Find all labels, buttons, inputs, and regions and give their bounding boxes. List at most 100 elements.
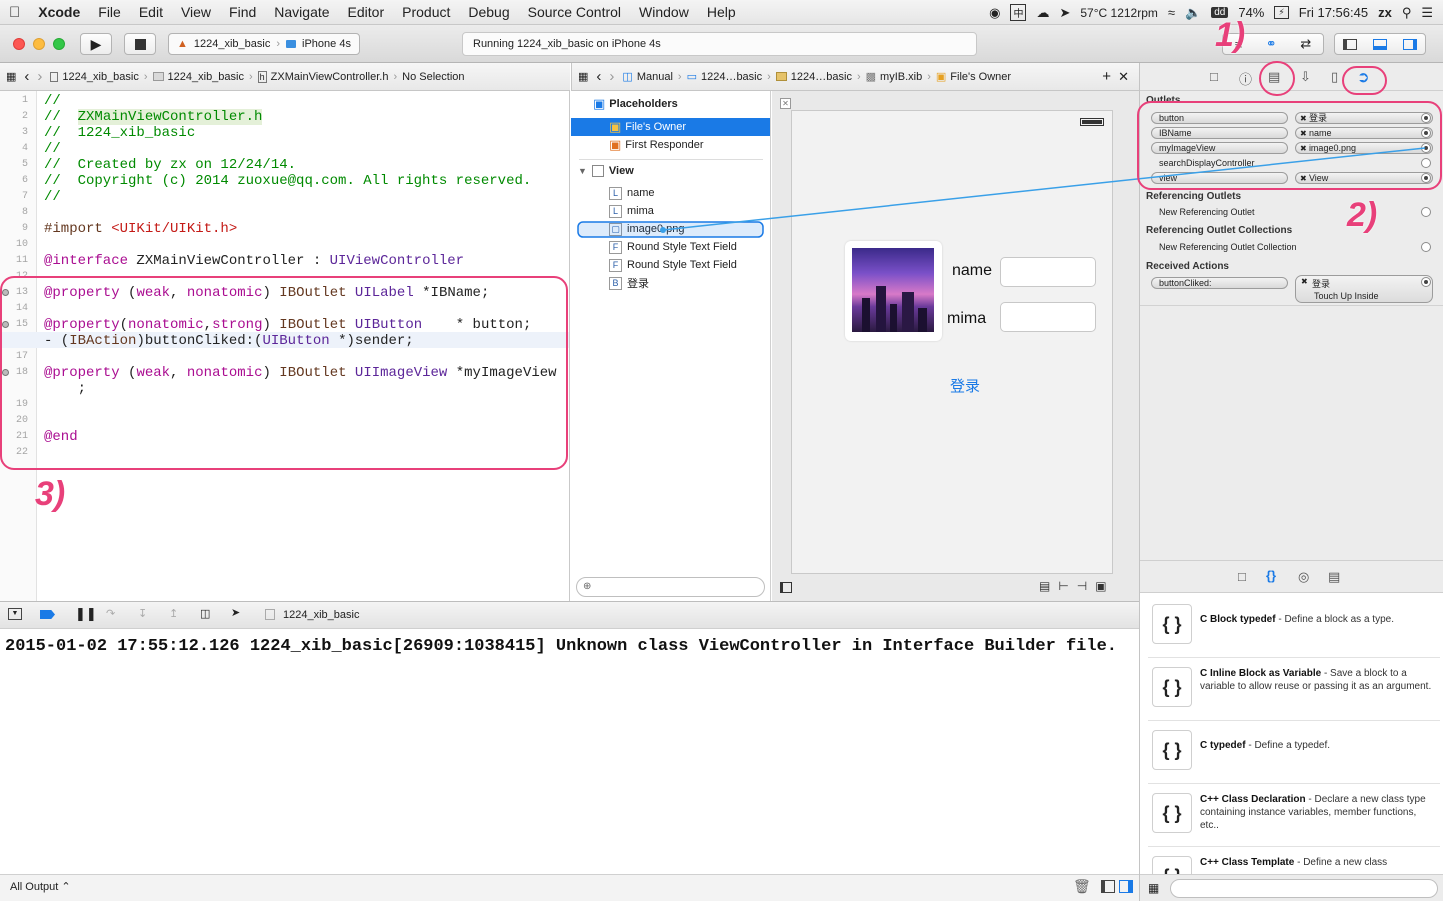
name-text-field[interactable]: [1000, 257, 1096, 287]
menu-help[interactable]: Help: [698, 4, 745, 20]
step-out-icon[interactable]: ↥: [169, 607, 178, 620]
library-filter-field[interactable]: [1170, 879, 1438, 898]
back-button[interactable]: ‹: [592, 68, 605, 85]
jump-group[interactable]: 1224_xib_basic: [149, 71, 248, 83]
snippet-item[interactable]: { } C++ Class Declaration - Declare a new…: [1148, 787, 1440, 847]
align-icon[interactable]: ⊢: [1058, 579, 1076, 593]
outline-files-owner[interactable]: ▣ File's Owner: [571, 118, 770, 136]
menu-editor[interactable]: Editor: [339, 4, 394, 20]
close-scene-icon[interactable]: ✕: [780, 98, 791, 109]
zoom-window-button[interactable]: [53, 38, 65, 50]
media-library-icon[interactable]: ▤: [1328, 569, 1340, 585]
volume-icon[interactable]: 🔈: [1185, 5, 1201, 21]
menu-navigate[interactable]: Navigate: [265, 4, 338, 20]
file-template-library-icon[interactable]: □: [1238, 569, 1246, 584]
location-icon[interactable]: ➤: [231, 606, 240, 619]
login-button[interactable]: 登录: [950, 375, 980, 396]
menu-window[interactable]: Window: [630, 4, 698, 20]
line-number[interactable]: 9: [0, 223, 28, 234]
line-number[interactable]: 8: [0, 207, 28, 218]
temperature-readout[interactable]: 57°C 1212rpm: [1080, 6, 1158, 20]
file-inspector-icon[interactable]: □: [1210, 69, 1218, 84]
outline-item[interactable]: ▢ image0.png: [571, 220, 770, 238]
related-items-icon[interactable]: ▦: [572, 70, 592, 83]
outline-item[interactable]: Lmima: [571, 202, 770, 220]
menu-debug[interactable]: Debug: [459, 4, 518, 20]
grid-view-icon[interactable]: ▦: [1148, 881, 1159, 895]
minimize-window-button[interactable]: [33, 38, 45, 50]
hand-icon[interactable]: ➤: [1059, 5, 1070, 21]
outline-view[interactable]: ▼ View: [571, 162, 770, 180]
jump-group[interactable]: 1224…basic: [772, 71, 856, 83]
breakpoints-toggle-icon[interactable]: [40, 610, 55, 619]
line-number[interactable]: 5: [0, 159, 28, 170]
clock[interactable]: Fri 17:56:45: [1299, 5, 1368, 20]
snippet-item[interactable]: { } C typedef - Define a typedef.: [1148, 724, 1440, 784]
name-label[interactable]: name: [952, 262, 992, 280]
debug-target-label[interactable]: 1224_xib_basic: [283, 609, 359, 621]
jump-project[interactable]: ▭ 1224…basic: [683, 70, 767, 84]
cloud-icon[interactable]: ☁: [1036, 5, 1049, 21]
forward-button[interactable]: ›: [605, 68, 618, 85]
jump-file[interactable]: ▩ myIB.xib: [862, 70, 927, 84]
version-editor-icon[interactable]: ⇄: [1300, 36, 1311, 52]
mima-label[interactable]: mima: [947, 310, 986, 328]
user-name[interactable]: zx: [1378, 5, 1392, 20]
back-button[interactable]: ‹: [20, 68, 33, 85]
view-debugging-icon[interactable]: ◫: [200, 607, 210, 620]
console-view-toggle-icon[interactable]: [1119, 880, 1133, 893]
outline-item[interactable]: F Round Style Text Field: [571, 256, 770, 274]
outline-filter-field[interactable]: ⊕: [576, 577, 765, 597]
pause-icon[interactable]: ❚❚: [75, 606, 97, 622]
new-referencing-outlet-circle[interactable]: [1421, 207, 1431, 217]
outline-item[interactable]: B 登录: [571, 274, 770, 292]
snippet-item[interactable]: { } C Inline Block as Variable - Save a b…: [1148, 661, 1440, 721]
line-number[interactable]: 1: [0, 95, 28, 106]
notification-list-icon[interactable]: ☰: [1421, 5, 1433, 21]
battery-icon[interactable]: ⚡: [1274, 6, 1289, 19]
trash-icon[interactable]: 🗑: [1073, 878, 1091, 895]
jump-file[interactable]: h ZXMainViewController.h: [254, 70, 393, 83]
action-pill[interactable]: buttonCliked:: [1151, 277, 1288, 289]
line-number[interactable]: 7: [0, 191, 28, 202]
menu-source-control[interactable]: Source Control: [519, 4, 630, 20]
menu-app-name[interactable]: Xcode: [29, 4, 89, 20]
attributes-inspector-icon[interactable]: ⇩: [1300, 69, 1311, 85]
menu-edit[interactable]: Edit: [130, 4, 172, 20]
hide-debug-area-icon[interactable]: ▼: [8, 608, 22, 620]
close-window-button[interactable]: [13, 38, 25, 50]
iphone-view[interactable]: name mima 登录: [791, 110, 1113, 574]
mima-text-field[interactable]: [1000, 302, 1096, 332]
run-button[interactable]: ▶: [80, 33, 112, 55]
output-filter-popup[interactable]: All Output ⌃: [10, 880, 71, 893]
remove-connection-icon[interactable]: ✖: [1301, 277, 1308, 286]
outline-first-responder[interactable]: ▣ First Responder: [571, 136, 770, 154]
line-number[interactable]: 6: [0, 175, 28, 186]
input-method-icon[interactable]: 中: [1010, 4, 1027, 21]
snippet-item[interactable]: { } C Block typedef - Define a block as a…: [1148, 598, 1440, 658]
quick-help-icon[interactable]: ⓘ: [1239, 69, 1252, 88]
action-connected-circle[interactable]: [1421, 277, 1431, 287]
outline-item[interactable]: F Round Style Text Field: [571, 238, 770, 256]
menu-product[interactable]: Product: [393, 4, 459, 20]
jump-mode[interactable]: ◫ Manual: [618, 70, 676, 84]
apple-icon[interactable]: : [0, 4, 29, 21]
scheme-selector[interactable]: ▲ 1224_xib_basic › iPhone 4s: [168, 33, 360, 55]
line-number[interactable]: 4: [0, 143, 28, 154]
code-snippet-library-icon[interactable]: {}: [1266, 568, 1276, 583]
jump-selection[interactable]: No Selection: [398, 71, 468, 83]
menu-view[interactable]: View: [172, 4, 220, 20]
image-view[interactable]: [845, 241, 942, 341]
stop-button[interactable]: [124, 33, 156, 55]
step-over-icon[interactable]: ↷: [106, 607, 115, 620]
status-ghost-icon[interactable]: ◉: [989, 5, 1000, 21]
forward-button[interactable]: ›: [33, 68, 46, 85]
menu-find[interactable]: Find: [220, 4, 265, 20]
disclosure-triangle-icon[interactable]: ▼: [578, 166, 587, 176]
close-assistant-icon[interactable]: ✕: [1114, 69, 1133, 85]
debug-area-toggle-icon[interactable]: [1373, 38, 1387, 50]
assistant-editor-icon[interactable]: ⚭: [1266, 36, 1277, 52]
canvas-outline-toggle-icon[interactable]: [780, 582, 792, 593]
resolve-icon[interactable]: ▣: [1095, 579, 1114, 593]
line-number[interactable]: 11: [0, 255, 28, 266]
